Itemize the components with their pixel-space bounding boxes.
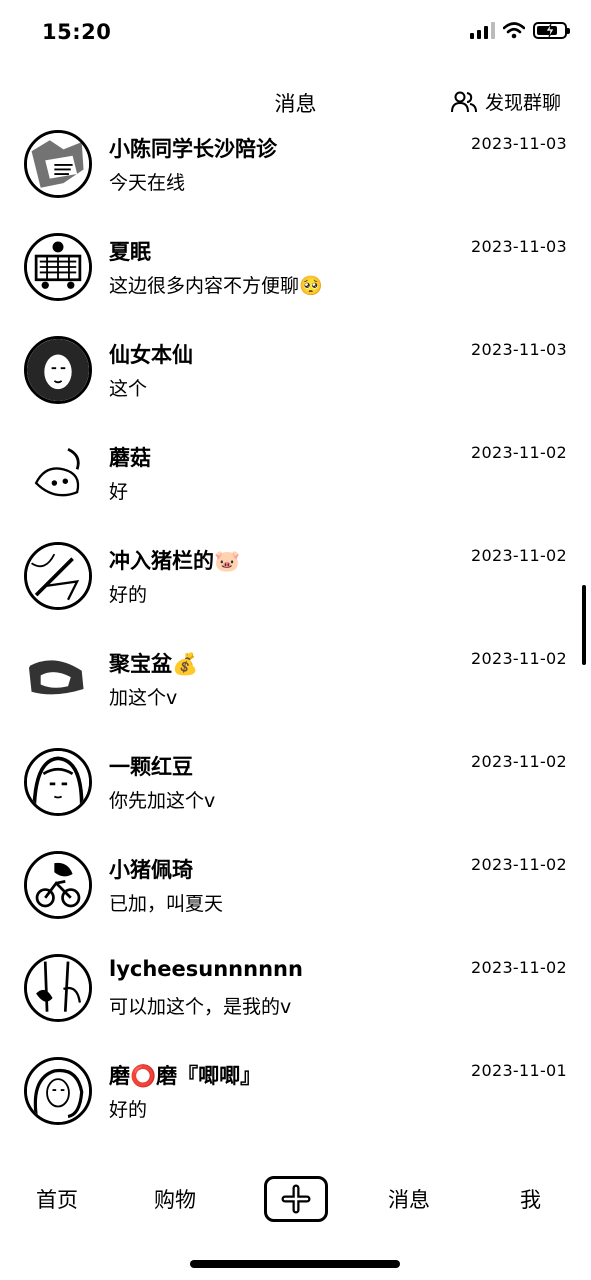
avatar [24, 645, 92, 713]
chat-name: 小陈同学长沙陪诊 [109, 137, 277, 161]
plus-icon [281, 1184, 311, 1214]
chat-name: 夏眠 [109, 240, 151, 264]
tab-home[interactable]: 首页 [36, 1184, 78, 1214]
chat-preview: 你先加这个v [109, 790, 216, 812]
avatar [24, 336, 92, 404]
avatar [24, 233, 92, 301]
users-icon [450, 91, 477, 112]
chat-item[interactable]: 夏眠 这边很多内容不方便聊🥺 2023-11-03 [0, 227, 591, 330]
avatar [24, 748, 92, 816]
discover-label: 发现群聊 [484, 92, 561, 114]
avatar [24, 130, 92, 198]
discover-group-chat-button[interactable]: 发现群聊 [450, 88, 561, 115]
chat-time: 2023-11-02 [471, 958, 567, 977]
tab-shop[interactable]: 购物 [154, 1184, 196, 1214]
home-indicator[interactable] [190, 1260, 400, 1268]
chat-preview: 今天在线 [109, 172, 186, 194]
chat-list: 小陈同学长沙陪诊 今天在线 2023-11-03 夏眠 这边很多内容不方便聊🥺 … [0, 124, 591, 1164]
chat-preview: 好 [109, 481, 129, 503]
chat-time: 2023-11-02 [471, 649, 567, 668]
chat-preview: 可以加这个，是我的v [109, 996, 292, 1018]
chat-item[interactable]: 磨⭕磨『唧唧』 好的 2023-11-01 [0, 1051, 591, 1154]
chat-time: 2023-11-03 [471, 340, 567, 359]
avatar [24, 439, 92, 507]
wifi-icon [503, 22, 525, 39]
chat-item[interactable]: 小猪佩琦 已加，叫夏天 2023-11-02 [0, 845, 591, 948]
chat-name: 一颗红豆 [109, 755, 193, 779]
chat-item[interactable]: 仙女本仙 这个 2023-11-03 [0, 330, 591, 433]
chat-item[interactable]: 蘑菇 好 2023-11-02 [0, 433, 591, 536]
chat-time: 2023-11-03 [471, 237, 567, 256]
status-time: 15:20 [42, 20, 112, 44]
status-bar: 15:20 [0, 0, 591, 70]
chat-item[interactable]: 一颗红豆 你先加这个v 2023-11-02 [0, 742, 591, 845]
avatar [24, 542, 92, 610]
signal-icon [470, 22, 495, 39]
chat-item[interactable]: 冲入猪栏的🐷 好的 2023-11-02 [0, 536, 591, 639]
chat-name: 仙女本仙 [109, 343, 193, 367]
chat-preview: 这边很多内容不方便聊🥺 [109, 275, 323, 297]
avatar [24, 851, 92, 919]
chat-time: 2023-11-02 [471, 752, 567, 771]
chat-time: 2023-11-02 [471, 546, 567, 565]
tab-messages[interactable]: 消息 [388, 1184, 430, 1214]
chat-name: lycheesunnnnnn [109, 957, 303, 981]
chat-item[interactable]: 聚宝盆💰 加这个v 2023-11-02 [0, 639, 591, 742]
chat-preview: 好的 [109, 584, 148, 606]
chat-item[interactable]: lycheesunnnnnn 可以加这个，是我的v 2023-11-02 [0, 948, 591, 1051]
chat-preview: 加这个v [109, 687, 178, 709]
avatar [24, 954, 92, 1022]
chat-name: 聚宝盆💰 [109, 652, 199, 676]
tab-bar: 首页 购物 消息 我 [0, 1164, 591, 1234]
chat-time: 2023-11-03 [471, 134, 567, 153]
chat-name: 冲入猪栏的🐷 [109, 549, 241, 573]
chat-name: 蘑菇 [109, 446, 151, 470]
tab-me[interactable]: 我 [520, 1184, 541, 1214]
chat-name: 小猪佩琦 [109, 858, 193, 882]
chat-item[interactable]: 小陈同学长沙陪诊 今天在线 2023-11-03 [0, 124, 591, 227]
chat-time: 2023-11-01 [471, 1061, 567, 1080]
avatar [24, 1057, 92, 1125]
chat-time: 2023-11-02 [471, 855, 567, 874]
chat-preview: 已加，叫夏天 [109, 893, 224, 915]
scrollbar[interactable] [582, 585, 586, 665]
add-button[interactable] [264, 1176, 328, 1222]
header: 消息 发现群聊 [0, 80, 591, 124]
chat-preview: 这个 [109, 378, 148, 400]
status-icons [470, 22, 570, 39]
battery-icon [533, 22, 570, 39]
chat-name: 磨⭕磨『唧唧』 [109, 1064, 262, 1088]
chat-time: 2023-11-02 [471, 443, 567, 462]
chat-preview: 好的 [109, 1099, 148, 1121]
